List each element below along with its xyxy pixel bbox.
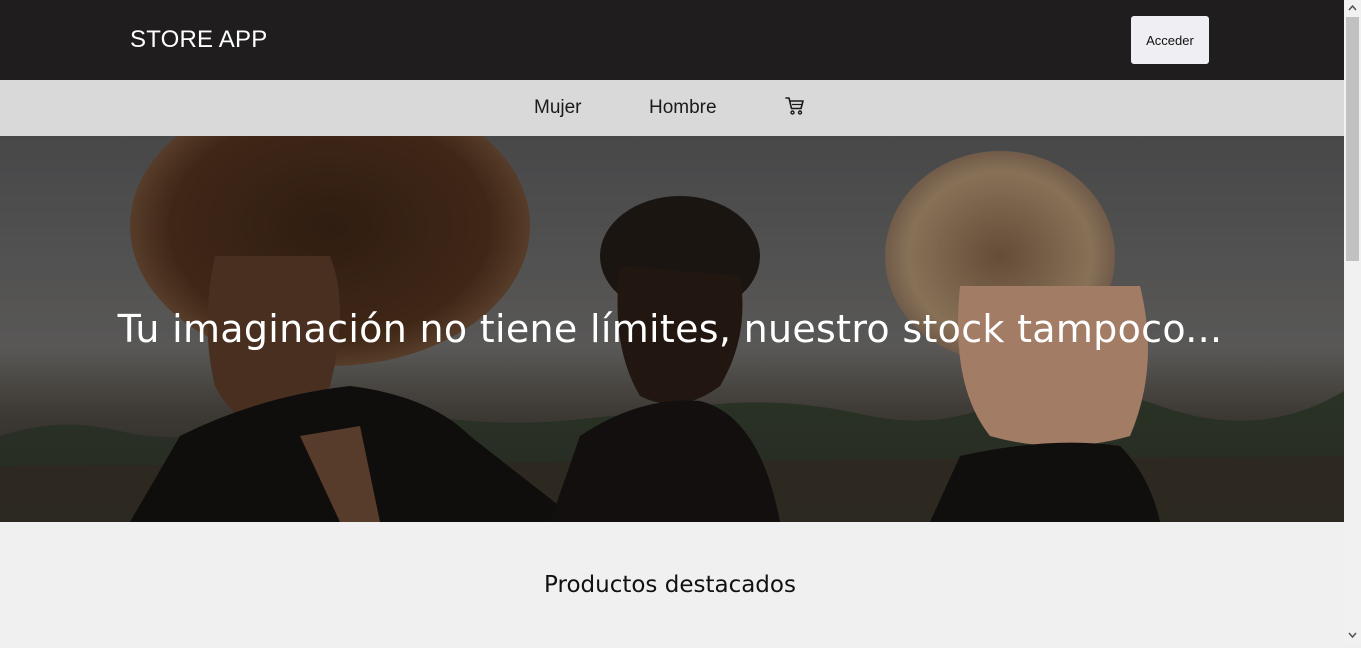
featured-products-title: Productos destacados [544,572,796,598]
hero-banner: Tu imaginación no tiene límites, nuestro… [0,136,1344,522]
vertical-scrollbar[interactable] [1344,0,1361,643]
scroll-thumb[interactable] [1346,17,1359,261]
category-nav: Mujer Hombre [0,80,1344,136]
top-header: STORE APP Acceder [0,0,1344,80]
login-button[interactable]: Acceder [1131,16,1209,64]
page: STORE APP Acceder Mujer Hombre Tu imagin… [0,0,1344,643]
brand-logo[interactable]: STORE APP [130,26,267,54]
scroll-up-arrow-icon[interactable] [1344,0,1361,17]
hero-title: Tu imaginación no tiene límites, nuestro… [117,307,1223,351]
nav-link-hombre[interactable]: Hombre [649,97,717,119]
scroll-down-arrow-icon[interactable] [1344,626,1361,643]
cart-icon[interactable] [785,96,805,116]
nav-link-mujer[interactable]: Mujer [534,97,582,119]
